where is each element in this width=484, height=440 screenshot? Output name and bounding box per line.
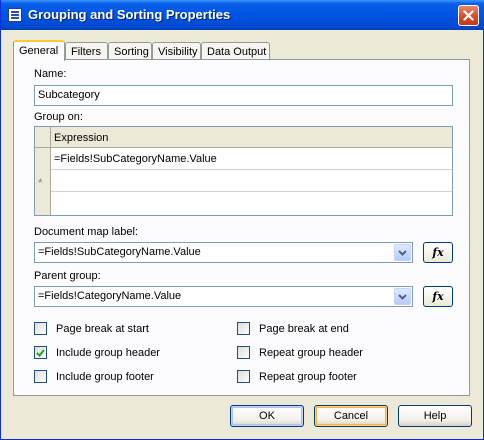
document-map-dropdown-button[interactable] [394, 244, 411, 261]
empty-grid-row [51, 192, 452, 214]
include-group-header-label: Include group header [56, 346, 160, 359]
checkbox-box[interactable] [237, 346, 250, 359]
page-break-start-checkbox[interactable]: Page break at start [34, 322, 149, 335]
window-title: Grouping and Sorting Properties [28, 7, 231, 22]
expression-column-header[interactable]: Expression [51, 127, 452, 148]
name-label: Name: [34, 68, 67, 80]
grid-corner [35, 127, 50, 148]
repeat-group-footer-checkbox[interactable]: Repeat group footer [237, 370, 357, 383]
chevron-down-icon [398, 293, 407, 300]
checkbox-box[interactable] [237, 322, 250, 335]
close-button[interactable] [458, 5, 479, 26]
parent-group-combo[interactable]: =Fields!CategoryName.Value [34, 286, 413, 307]
help-button[interactable]: Help [398, 405, 472, 427]
parent-group-value: =Fields!CategoryName.Value [38, 290, 182, 302]
tab-sorting[interactable]: Sorting [108, 42, 152, 60]
parent-group-label: Parent group: [34, 270, 101, 282]
checkbox-box[interactable] [34, 370, 47, 383]
dialog-window: Grouping and Sorting Properties General … [0, 0, 484, 440]
document-map-combo[interactable]: =Fields!SubCategoryName.Value [34, 242, 413, 263]
cancel-button[interactable]: Cancel [314, 405, 388, 427]
tab-general[interactable]: General [13, 40, 65, 61]
tab-data-output[interactable]: Data Output [201, 42, 270, 60]
dialog-properties-icon [8, 8, 22, 22]
document-map-label: Document map label: [34, 226, 138, 238]
checkbox-box[interactable] [34, 322, 47, 335]
page-break-end-label: Page break at end [259, 322, 349, 335]
tab-filters[interactable]: Filters [65, 42, 108, 60]
parent-group-dropdown-button[interactable] [394, 288, 411, 305]
page-break-end-checkbox[interactable]: Page break at end [237, 322, 349, 335]
page-break-start-label: Page break at start [56, 322, 149, 335]
tab-visibility[interactable]: Visibility [152, 42, 201, 60]
general-tab-panel: Name: Subcategory Group on: Expression =… [13, 59, 470, 396]
repeat-group-footer-label: Repeat group footer [259, 370, 357, 383]
title-bar[interactable]: Grouping and Sorting Properties [1, 0, 484, 30]
close-icon [463, 10, 474, 21]
new-row-marker: * [38, 176, 43, 190]
group-on-label: Group on: [34, 111, 83, 123]
repeat-group-header-checkbox[interactable]: Repeat group header [237, 346, 363, 359]
include-group-footer-label: Include group footer [56, 370, 154, 383]
checkbox-box[interactable] [237, 370, 250, 383]
parent-group-expression-button[interactable]: fx [423, 286, 453, 307]
ok-button[interactable]: OK [230, 405, 304, 427]
checkbox-box[interactable] [34, 346, 47, 359]
group-expression-row[interactable]: =Fields!SubCategoryName.Value [51, 148, 452, 170]
document-map-value: =Fields!SubCategoryName.Value [38, 246, 201, 258]
include-group-header-checkbox[interactable]: Include group header [34, 346, 160, 359]
repeat-group-header-label: Repeat group header [259, 346, 363, 359]
chevron-down-icon [398, 249, 407, 256]
new-expression-row[interactable] [51, 170, 452, 192]
checkmark-icon [36, 348, 45, 357]
name-field[interactable]: Subcategory [34, 85, 453, 106]
include-group-footer-checkbox[interactable]: Include group footer [34, 370, 154, 383]
document-map-expression-button[interactable]: fx [423, 242, 453, 263]
group-on-grid[interactable]: Expression =Fields!SubCategoryName.Value… [34, 126, 453, 216]
